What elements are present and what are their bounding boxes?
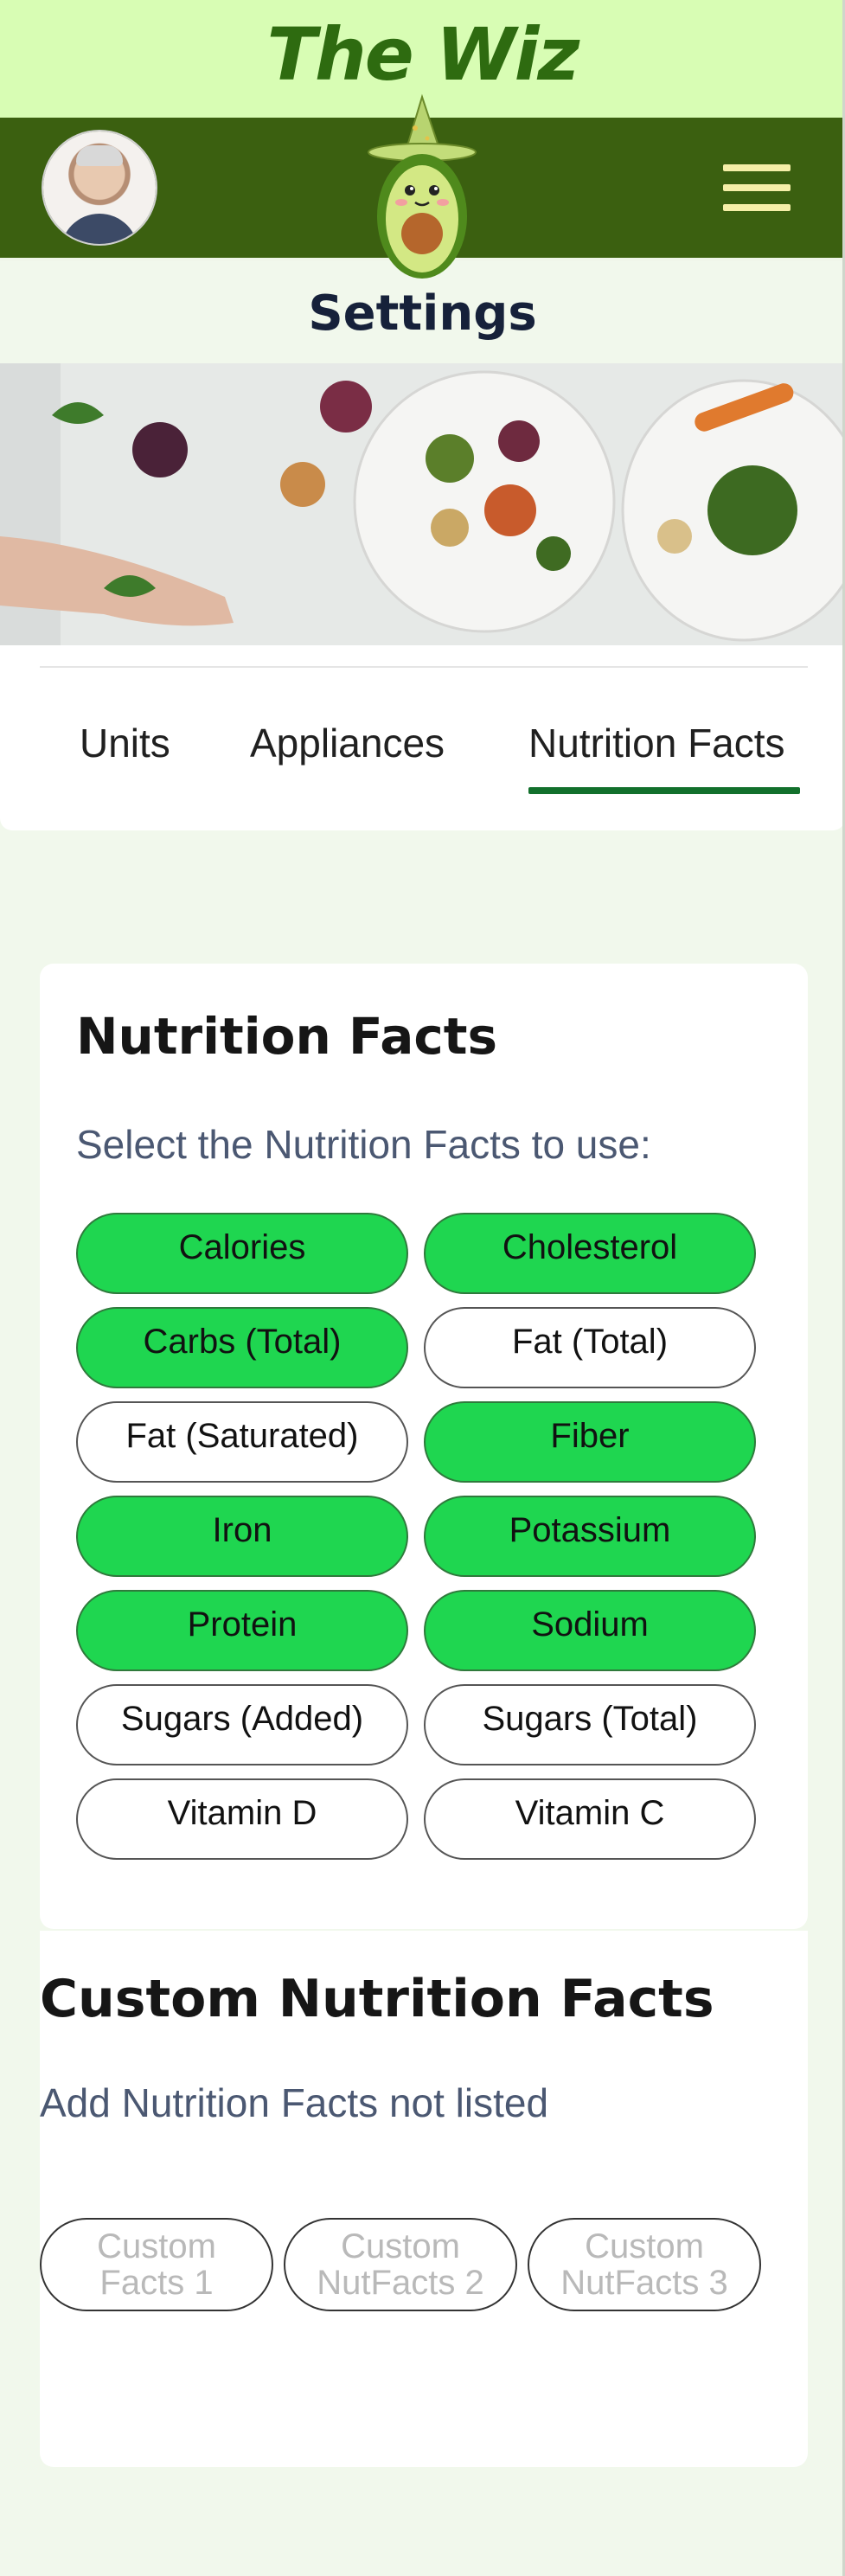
custom-nutfacts-3-button[interactable]: Custom NutFacts 3 (528, 2218, 761, 2311)
user-avatar[interactable] (43, 131, 156, 244)
settings-tabs: Units Appliances Nutrition Facts (0, 645, 845, 830)
nutrition-option-chip[interactable]: Cholesterol (424, 1213, 756, 1294)
card-title: Nutrition Facts (76, 1007, 497, 1066)
custom-section-title: Custom Nutrition Facts (40, 1969, 714, 2029)
page-title: Settings (308, 285, 537, 342)
app-title: The Wiz (266, 12, 580, 97)
custom-button-line1: Custom (585, 2227, 704, 2265)
nutrition-option-chip[interactable]: Vitamin C (424, 1778, 756, 1860)
nutrition-option-chip[interactable]: Fiber (424, 1401, 756, 1483)
custom-facts-1-button[interactable]: Custom Facts 1 (40, 2218, 273, 2311)
hamburger-menu-icon[interactable] (723, 164, 791, 211)
tab-appliances[interactable]: Appliances (250, 720, 445, 766)
nutrition-option-chip[interactable]: Carbs (Total) (76, 1307, 408, 1388)
menu-line (723, 204, 791, 211)
card-subtitle: Select the Nutrition Facts to use: (76, 1122, 651, 1167)
nutrition-option-chip[interactable]: Fat (Saturated) (76, 1401, 408, 1483)
nutrition-option-chip[interactable]: Sugars (Added) (76, 1684, 408, 1765)
avocado-wizard-mascot (368, 93, 477, 279)
tab-nutrition-facts[interactable]: Nutrition Facts (528, 720, 785, 766)
tab-units[interactable]: Units (80, 720, 170, 766)
tabs-divider (40, 666, 808, 668)
custom-button-line1: Custom (341, 2227, 460, 2265)
avatar-shirt (61, 214, 138, 244)
avatar-hair (76, 145, 123, 166)
nutrition-option-chip[interactable]: Sodium (424, 1590, 756, 1671)
custom-section-subtitle: Add Nutrition Facts not listed (40, 2080, 549, 2125)
custom-button-line2: NutFacts 3 (560, 2264, 728, 2302)
nutrition-option-chip[interactable]: Sugars (Total) (424, 1684, 756, 1765)
menu-line (723, 184, 791, 191)
nutrition-option-chip[interactable]: Calories (76, 1213, 408, 1294)
nutrition-option-chip[interactable]: Iron (76, 1496, 408, 1577)
nutrition-option-chip[interactable]: Protein (76, 1590, 408, 1671)
custom-button-line2: Facts 1 (99, 2264, 214, 2302)
custom-button-line1: Custom (97, 2227, 216, 2265)
active-tab-indicator (528, 787, 800, 794)
menu-line (723, 164, 791, 171)
nutrition-option-chip[interactable]: Fat (Total) (424, 1307, 756, 1388)
nutrition-option-chip[interactable]: Vitamin D (76, 1778, 408, 1860)
nutrition-option-chip[interactable]: Potassium (424, 1496, 756, 1577)
nutrition-facts-card: Nutrition Facts Select the Nutrition Fac… (40, 964, 808, 1929)
custom-nutfacts-2-button[interactable]: Custom NutFacts 2 (284, 2218, 517, 2311)
hero-food-image (0, 363, 845, 645)
custom-button-line2: NutFacts 2 (317, 2264, 484, 2302)
